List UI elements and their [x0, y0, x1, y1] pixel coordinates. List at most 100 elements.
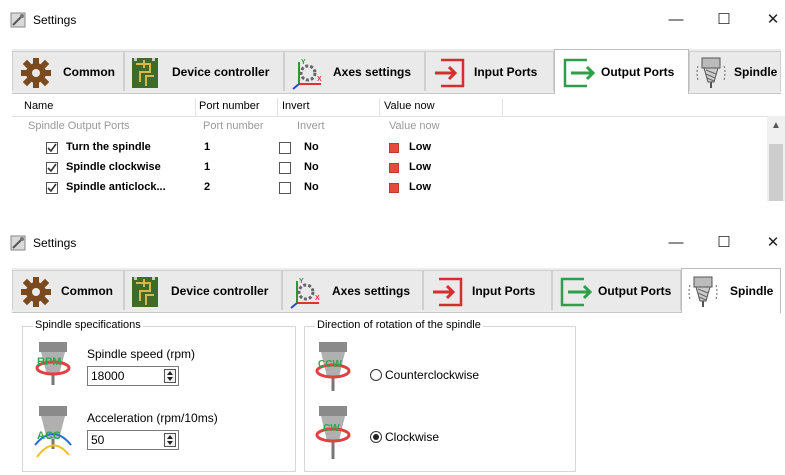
tab-device-controller[interactable]: Device controller: [124, 51, 284, 91]
spindle-speed-spinbox[interactable]: [87, 366, 179, 386]
svg-text:X: X: [317, 76, 322, 83]
counterclockwise-radio[interactable]: [370, 369, 382, 381]
row-name: Turn the spindle: [66, 141, 151, 153]
status-led-icon: [389, 183, 399, 193]
invert-checkbox[interactable]: [279, 142, 291, 154]
rpm-spindle-icon: RPM: [35, 342, 71, 385]
output-arrow-icon: [560, 277, 592, 307]
table-row[interactable]: Spindle anticlock... 2 No Low: [12, 178, 502, 198]
tab-spindle-label: Spindle: [730, 284, 774, 298]
column-header-value-now[interactable]: Value now: [384, 100, 435, 112]
circuit-board-icon: [132, 277, 158, 307]
title-bar: Settings — ☐ ✕: [0, 5, 785, 35]
row-name: Spindle anticlock...: [66, 181, 166, 193]
svg-text:X: X: [315, 295, 320, 302]
acceleration-spinbox[interactable]: [87, 430, 179, 450]
tab-input-ports-label: Input Ports: [474, 65, 538, 79]
tab-axes-settings[interactable]: YX Axes settings: [282, 270, 423, 310]
acc-icon-label: ACC: [37, 430, 61, 442]
output-ports-table: Name Port number Invert Value now Spindl…: [12, 98, 785, 201]
maximize-button[interactable]: ☐: [709, 233, 739, 253]
settings-app-icon: [10, 235, 26, 251]
column-header-invert[interactable]: Invert: [282, 100, 310, 112]
spin-arrows-icon[interactable]: [164, 369, 176, 383]
tab-spindle-label: Spindle: [734, 65, 778, 79]
row-port: 1: [204, 141, 211, 153]
tab-output-ports-label: Output Ports: [601, 65, 675, 79]
tab-common-label: Common: [61, 284, 113, 298]
input-arrow-icon: [435, 58, 465, 88]
tab-input-ports[interactable]: Input Ports: [423, 270, 552, 310]
group-name: Spindle Output Ports: [28, 120, 130, 132]
title-bar: Settings — ☐ ✕: [0, 228, 785, 258]
clockwise-radio[interactable]: [370, 431, 382, 443]
tab-device-controller[interactable]: Device controller: [124, 270, 282, 310]
tab-axes-settings[interactable]: YX Axes settings: [284, 51, 425, 91]
tab-axes-settings-label: Axes settings: [333, 65, 412, 79]
spin-arrows-icon[interactable]: [164, 433, 176, 447]
table-header: Name Port number Invert Value now: [12, 98, 767, 117]
row-invert: No: [304, 181, 319, 193]
tab-common[interactable]: Common: [12, 51, 124, 91]
direction-of-rotation-group: Direction of rotation of the spindle CCW…: [304, 319, 576, 472]
gear-icon: [21, 58, 51, 88]
scrollbar-thumb[interactable]: [769, 144, 783, 201]
cw-spindle-icon: CW: [315, 406, 351, 459]
spindle-specifications-group: Spindle specifications RPM Spindle speed…: [22, 319, 296, 472]
clockwise-label[interactable]: Clockwise: [385, 430, 439, 444]
tab-common-label: Common: [63, 65, 115, 79]
input-arrow-icon: [433, 277, 463, 307]
tab-spindle[interactable]: Spindle: [689, 51, 781, 91]
tab-common[interactable]: Common: [12, 270, 124, 310]
spindle-icon: [688, 276, 718, 307]
minimize-button[interactable]: —: [661, 10, 691, 30]
tab-spindle[interactable]: Spindle: [681, 268, 781, 313]
tab-device-controller-label: Device controller: [172, 65, 270, 79]
settings-window-output-ports: Settings — ☐ ✕ Common Device controller …: [0, 5, 785, 205]
group-title: Spindle specifications: [33, 319, 143, 331]
tab-input-ports-label: Input Ports: [472, 284, 536, 298]
tab-output-ports[interactable]: Output Ports: [554, 49, 689, 94]
maximize-button[interactable]: ☐: [709, 10, 739, 30]
column-header-port-number[interactable]: Port number: [199, 100, 260, 112]
close-button[interactable]: ✕: [758, 10, 785, 30]
counterclockwise-label[interactable]: Counterclockwise: [385, 368, 479, 382]
invert-checkbox[interactable]: [279, 162, 291, 174]
tab-output-ports[interactable]: Output Ports: [552, 270, 681, 310]
ccw-spindle-icon: CCW: [315, 342, 351, 391]
gear-icon: [21, 277, 51, 307]
close-button[interactable]: ✕: [758, 233, 785, 253]
output-arrow-icon: [563, 58, 595, 88]
window-title: Settings: [33, 13, 77, 27]
spindle-icon: [696, 57, 726, 88]
row-value: Low: [409, 161, 431, 173]
acceleration-spindle-icon: ACC: [34, 406, 72, 458]
spindle-speed-input[interactable]: [91, 369, 151, 383]
table-row[interactable]: Turn the spindle 1 No Low: [12, 138, 502, 158]
minimize-button[interactable]: —: [661, 233, 691, 253]
circuit-board-icon: [132, 58, 158, 88]
row-port: 2: [204, 181, 211, 193]
row-value: Low: [409, 141, 431, 153]
scroll-up-arrow-icon[interactable]: ▲: [767, 120, 785, 131]
column-header-name[interactable]: Name: [24, 100, 53, 112]
axes-icon: YX: [290, 278, 320, 309]
row-value: Low: [409, 181, 431, 193]
tab-axes-settings-label: Axes settings: [332, 284, 411, 298]
row-port: 1: [204, 161, 211, 173]
acceleration-label: Acceleration (rpm/10ms): [87, 411, 218, 425]
tab-device-controller-label: Device controller: [171, 284, 269, 298]
row-invert: No: [304, 161, 319, 173]
axes-icon: YX: [292, 59, 322, 90]
acceleration-input[interactable]: [91, 433, 151, 447]
tab-input-ports[interactable]: Input Ports: [425, 51, 554, 91]
table-row[interactable]: Spindle clockwise 1 No Low: [12, 158, 502, 178]
vertical-scrollbar[interactable]: ▲: [767, 116, 785, 201]
tab-strip: Common Device controller YX Axes setting…: [12, 268, 781, 313]
settings-window-spindle: Settings — ☐ ✕ Common Device controller …: [0, 228, 785, 475]
invert-checkbox[interactable]: [279, 182, 291, 194]
enable-checkbox[interactable]: [46, 142, 58, 154]
svg-text:Y: Y: [301, 59, 306, 66]
enable-checkbox[interactable]: [46, 162, 58, 174]
enable-checkbox[interactable]: [46, 182, 58, 194]
